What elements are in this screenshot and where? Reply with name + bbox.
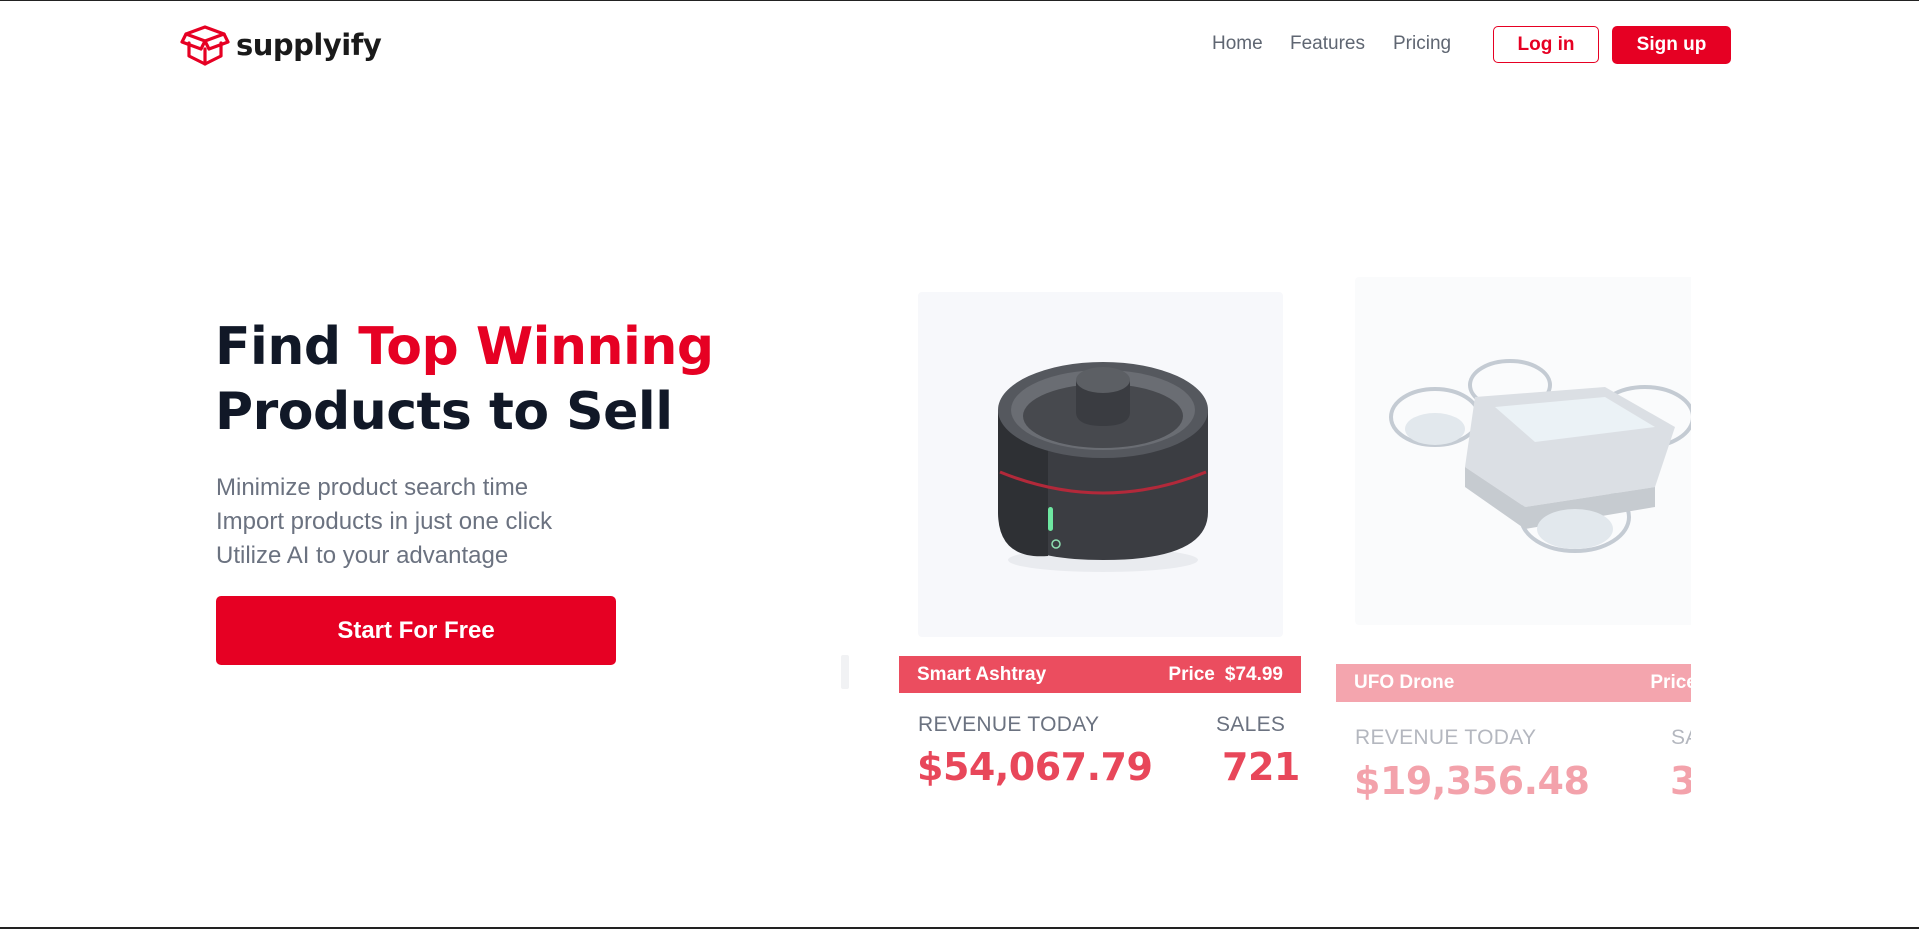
sales-label: SALES bbox=[1216, 713, 1286, 736]
ufo-drone-image bbox=[1355, 277, 1691, 625]
nav-home[interactable]: Home bbox=[1212, 33, 1263, 55]
revenue-value: $19,356.48 bbox=[1354, 759, 1590, 803]
product-title-bar: UFO Drone Price $5 bbox=[1336, 664, 1691, 702]
start-for-free-button[interactable]: Start For Free bbox=[216, 596, 616, 665]
hero-title-line2: Products to Sell bbox=[215, 382, 673, 442]
product-price: Price $74.99 bbox=[1168, 664, 1283, 686]
hero-benefits-list: Minimize product search time Import prod… bbox=[216, 471, 552, 573]
hero-title: Find Top Winning Products to Sell bbox=[215, 315, 714, 445]
benefit-item: Minimize product search time bbox=[216, 474, 529, 501]
revenue-label: REVENUE TODAY bbox=[1355, 726, 1537, 749]
brand-logo[interactable]: supplyify bbox=[180, 23, 382, 67]
brand-name: supplyify bbox=[236, 28, 382, 62]
benefit-item: Utilize AI to your advantage bbox=[216, 542, 509, 569]
open-box-icon bbox=[180, 23, 230, 67]
hero-title-plain: Find bbox=[215, 317, 341, 377]
product-card[interactable]: UFO Drone Price $5 REVENUE TODAY SA $19,… bbox=[1330, 271, 1691, 831]
price-value: $74.99 bbox=[1224, 663, 1283, 685]
price-label: Price bbox=[1168, 663, 1215, 685]
login-button[interactable]: Log in bbox=[1493, 26, 1599, 63]
page: supplyify Home Features Pricing Log in S… bbox=[0, 0, 1919, 929]
revenue-value: $54,067.79 bbox=[917, 745, 1153, 789]
product-name: Smart Ashtray bbox=[917, 663, 1047, 685]
product-name: UFO Drone bbox=[1354, 672, 1455, 693]
benefit-item: Import products in just one click bbox=[216, 508, 553, 535]
signup-button[interactable]: Sign up bbox=[1612, 26, 1731, 64]
product-price: Price $5 bbox=[1650, 672, 1691, 694]
smart-ashtray-image bbox=[918, 292, 1283, 637]
nav-features[interactable]: Features bbox=[1290, 33, 1365, 55]
price-label: Price bbox=[1650, 672, 1691, 693]
hero-title-accent: Top Winning bbox=[358, 317, 714, 377]
sales-value: 721 bbox=[1222, 745, 1300, 789]
revenue-label: REVENUE TODAY bbox=[918, 713, 1100, 736]
sales-label: SA bbox=[1671, 726, 1691, 749]
sales-value: 3 bbox=[1670, 759, 1691, 803]
carousel-handle[interactable] bbox=[841, 655, 849, 689]
nav-pricing[interactable]: Pricing bbox=[1393, 33, 1451, 55]
product-title-bar: Smart Ashtray Price $74.99 bbox=[899, 656, 1301, 693]
